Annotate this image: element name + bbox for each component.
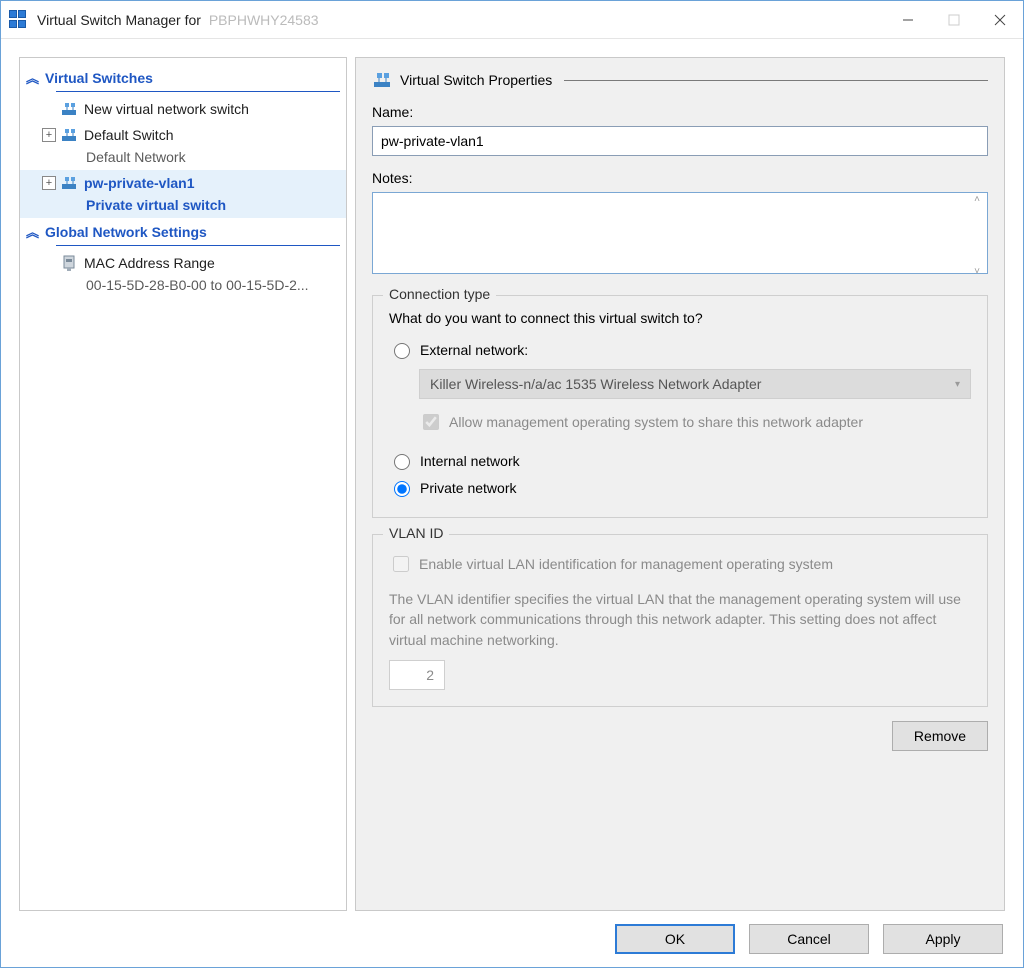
window-host: PBPHWHY24583	[209, 12, 319, 28]
connection-type-group: Connection type What do you want to conn…	[372, 295, 988, 518]
allow-mgmt-checkbox-input	[423, 414, 439, 430]
radio-internal-label: Internal network	[420, 453, 520, 469]
properties-header-label: Virtual Switch Properties	[400, 72, 552, 88]
connection-type-legend: Connection type	[383, 286, 496, 302]
vlan-enable-label: Enable virtual LAN identification for ma…	[419, 556, 833, 572]
chevron-down-icon: ▾	[955, 379, 960, 390]
chevron-up-icon: ︽	[26, 68, 37, 87]
vlan-group: VLAN ID Enable virtual LAN identificatio…	[372, 534, 988, 707]
cancel-button[interactable]: Cancel	[749, 924, 869, 954]
tree-item-new-switch[interactable]: New virtual network switch	[20, 96, 346, 122]
radio-private-label: Private network	[420, 480, 516, 496]
network-switch-icon	[60, 174, 78, 192]
tree-item-default-switch[interactable]: + Default Switch Default Network	[20, 122, 346, 170]
expand-icon[interactable]: +	[42, 176, 56, 190]
properties-header: Virtual Switch Properties	[372, 70, 988, 90]
ok-button[interactable]: OK	[615, 924, 735, 954]
remove-button[interactable]: Remove	[892, 721, 988, 751]
notes-label: Notes:	[372, 170, 988, 186]
tree-item-mac-range-label: MAC Address Range	[84, 252, 215, 274]
radio-external-label: External network:	[420, 342, 528, 358]
tree-item-default-switch-label: Default Switch	[84, 124, 173, 146]
virtual-switch-manager-window: Virtual Switch Manager for PBPHWHY24583 …	[0, 0, 1024, 968]
vlan-id-value: 2	[389, 660, 445, 690]
tree-item-pw-private[interactable]: + pw-private-vlan1 Private virtual switc…	[20, 170, 346, 218]
adapter-select-value: Killer Wireless-n/a/ac 1535 Wireless Net…	[430, 376, 761, 392]
tree-item-default-switch-sub: Default Network	[42, 146, 340, 168]
tree-item-mac-range-sub: 00-15-5D-28-B0-00 to 00-15-5D-2...	[42, 274, 340, 296]
radio-internal[interactable]: Internal network	[389, 447, 971, 474]
window-title: Virtual Switch Manager for PBPHWHY24583	[37, 12, 319, 28]
properties-panel: Virtual Switch Properties Name: Notes: ˄…	[355, 57, 1005, 911]
app-icon	[9, 10, 29, 30]
dialog-footer: OK Cancel Apply	[1, 911, 1023, 967]
vlan-description: The VLAN identifier specifies the virtua…	[389, 589, 971, 650]
radio-internal-input[interactable]	[394, 454, 410, 470]
section-global-settings-label: Global Network Settings	[45, 224, 207, 240]
tree-item-new-switch-label: New virtual network switch	[84, 98, 249, 120]
minimize-button[interactable]	[885, 1, 931, 39]
section-global-settings[interactable]: ︽ Global Network Settings	[20, 218, 346, 245]
chevron-up-icon: ︽	[26, 222, 37, 241]
radio-external[interactable]: External network:	[389, 336, 971, 363]
maximize-button[interactable]	[931, 1, 977, 39]
vlan-enable-checkbox: Enable virtual LAN identification for ma…	[389, 549, 971, 579]
radio-private-input[interactable]	[394, 481, 410, 497]
nic-icon	[60, 254, 78, 272]
tree-item-pw-private-label: pw-private-vlan1	[84, 172, 194, 194]
adapter-select: Killer Wireless-n/a/ac 1535 Wireless Net…	[419, 369, 971, 399]
radio-private[interactable]: Private network	[389, 474, 971, 501]
notes-input[interactable]	[372, 192, 988, 274]
allow-mgmt-label: Allow management operating system to sha…	[449, 414, 863, 430]
vlan-legend: VLAN ID	[383, 525, 449, 541]
sidebar: ︽ Virtual Switches New virtual network s…	[19, 57, 347, 911]
network-switch-icon	[60, 100, 78, 118]
section-virtual-switches-label: Virtual Switches	[45, 70, 153, 86]
titlebar: Virtual Switch Manager for PBPHWHY24583	[1, 1, 1023, 39]
network-switch-icon	[60, 126, 78, 144]
close-button[interactable]	[977, 1, 1023, 39]
section-virtual-switches[interactable]: ︽ Virtual Switches	[20, 64, 346, 91]
tree-item-pw-private-sub: Private virtual switch	[42, 194, 340, 216]
vlan-enable-checkbox-input	[393, 556, 409, 572]
window-title-prefix: Virtual Switch Manager for	[37, 12, 201, 28]
apply-button[interactable]: Apply	[883, 924, 1003, 954]
tree-item-mac-range[interactable]: MAC Address Range 00-15-5D-28-B0-00 to 0…	[20, 250, 346, 298]
connection-prompt: What do you want to connect this virtual…	[389, 310, 971, 326]
network-switch-icon	[372, 70, 392, 90]
expand-icon[interactable]: +	[42, 128, 56, 142]
radio-external-input[interactable]	[394, 343, 410, 359]
allow-mgmt-checkbox: Allow management operating system to sha…	[419, 407, 971, 437]
name-label: Name:	[372, 104, 988, 120]
name-input[interactable]	[372, 126, 988, 156]
